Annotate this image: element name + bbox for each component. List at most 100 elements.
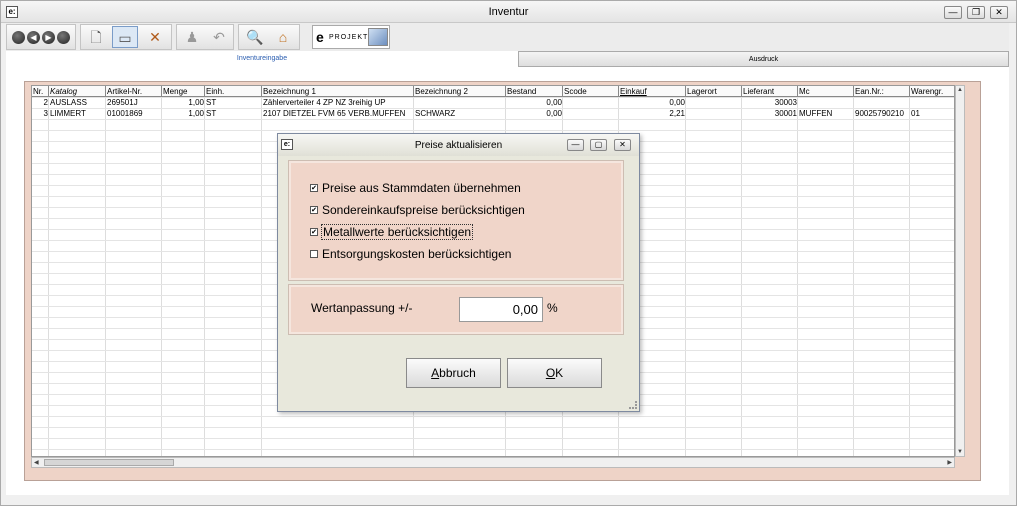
column-header-bezeichnung-1[interactable]: Bezeichnung 1: [262, 86, 414, 97]
column-header-scode[interactable]: Scode: [563, 86, 619, 97]
dialog-minimize-button[interactable]: —: [567, 139, 584, 151]
table-cell-bezeichnung-2[interactable]: [414, 97, 506, 108]
close-button[interactable]: ✕: [990, 6, 1008, 19]
table-cell-bezeichnung-1[interactable]: 2107 DIETZEL FVM 65 VERB.MUFFEN: [262, 108, 414, 119]
ok-button-label: OK: [545, 366, 564, 380]
table-cell-einh[interactable]: ST: [205, 97, 262, 108]
undo-icon[interactable]: ↶: [206, 26, 232, 48]
delete-icon[interactable]: ✕: [142, 26, 168, 48]
scroll-right-icon[interactable]: ▶: [947, 459, 952, 466]
dialog-close-button[interactable]: ✕: [614, 139, 631, 151]
prev-record-icon[interactable]: ◀: [27, 31, 40, 44]
table-cell-menge[interactable]: 1,00: [162, 97, 205, 108]
column-divider: [686, 97, 742, 456]
table-cell-bezeichnung-1[interactable]: Zählerverteiler 4 ZP NZ 3reihig UP: [262, 97, 414, 108]
column-header-artikel-nr[interactable]: Artikel-Nr.: [106, 86, 162, 97]
column-header-einh[interactable]: Einh.: [205, 86, 262, 97]
table-cell-lieferant[interactable]: 30001: [742, 108, 798, 119]
column-divider: [106, 97, 162, 456]
column-header-bestand[interactable]: Bestand: [506, 86, 563, 97]
column-divider: [49, 97, 106, 456]
first-record-icon[interactable]: [12, 31, 25, 44]
table-cell-lagerort[interactable]: [686, 97, 742, 108]
maximize-button[interactable]: ❐: [967, 6, 985, 19]
column-header-nr[interactable]: Nr.: [32, 86, 49, 97]
table-cell-menge[interactable]: 1,00: [162, 108, 205, 119]
column-header-katalog[interactable]: Katalog: [49, 86, 106, 97]
horizontal-scroll-thumb[interactable]: [44, 459, 174, 466]
horizontal-scrollbar[interactable]: ◀ ▶: [31, 457, 955, 468]
dialog-maximize-button[interactable]: ▢: [590, 139, 607, 151]
column-header-lieferant[interactable]: Lieferant: [742, 86, 798, 97]
project-label: PROJEKT:: [329, 34, 371, 41]
row-divider: [32, 427, 954, 428]
table-cell-lieferant[interactable]: 30003: [742, 97, 798, 108]
table-cell-scode[interactable]: [563, 97, 619, 108]
table-cell-einkauf[interactable]: 0,00: [619, 97, 686, 108]
ok-button[interactable]: OK: [507, 358, 602, 388]
checkbox-box[interactable]: [310, 250, 318, 258]
row-divider: [32, 438, 954, 439]
table-cell-nr[interactable]: 3: [32, 108, 49, 119]
column-header-ean-nr[interactable]: Ean.Nr.:: [854, 86, 910, 97]
table-cell-artikel-nr[interactable]: 269501J: [106, 97, 162, 108]
minimize-button[interactable]: —: [944, 6, 962, 19]
table-cell-mc[interactable]: MUFFEN: [798, 108, 854, 119]
table-cell-bestand[interactable]: 0,00: [506, 108, 563, 119]
cancel-button-label: Abbruch: [431, 366, 476, 380]
column-header-lagerort[interactable]: Lagerort: [686, 86, 742, 97]
checkbox-box[interactable]: ✔: [310, 228, 318, 236]
column-divider: [205, 97, 262, 456]
table-cell-warengr[interactable]: [910, 97, 954, 108]
table-cell-einh[interactable]: ST: [205, 108, 262, 119]
table-cell-bestand[interactable]: 0,00: [506, 97, 563, 108]
table-cell-mc[interactable]: [798, 97, 854, 108]
stamp-icon[interactable]: ♟: [179, 26, 205, 48]
scroll-left-icon[interactable]: ◀: [34, 459, 39, 466]
column-header-einkauf[interactable]: Einkauf: [619, 86, 686, 97]
table-cell-bezeichnung-2[interactable]: SCHWARZ: [414, 108, 506, 119]
window-title: Inventur: [488, 6, 529, 18]
table-cell-warengr[interactable]: 01: [910, 108, 954, 119]
checkbox-label: Metallwerte berücksichtigen: [321, 224, 474, 240]
checkbox-label: Sondereinkaufspreise berücksichtigen: [322, 203, 525, 217]
search-group: 🔍 ⌂: [238, 24, 300, 50]
project-logo: e: [316, 29, 324, 45]
project-indicator[interactable]: e PROJEKT:: [312, 25, 390, 49]
column-header-mc[interactable]: Mc: [798, 86, 854, 97]
tab-inventureingabe[interactable]: Inventureingabe: [6, 51, 518, 67]
table-cell-ean-nr[interactable]: [854, 97, 910, 108]
column-header-warengr[interactable]: Warengr.: [910, 86, 954, 97]
column-header-bezeichnung-2[interactable]: Bezeichnung 2: [414, 86, 506, 97]
checkbox-box[interactable]: ✔: [310, 206, 318, 214]
toolbar: ◀ ▶ 🗋 ▭ ✕ ♟ ↶ 🔍 ⌂ e PROJEKT:: [6, 23, 1009, 51]
row-divider: [32, 119, 954, 120]
column-header-menge[interactable]: Menge: [162, 86, 205, 97]
scroll-down-icon[interactable]: ▼: [957, 449, 963, 455]
home-refresh-icon[interactable]: ⌂: [270, 26, 296, 48]
wertanpassung-input[interactable]: 0,00: [459, 297, 543, 322]
table-cell-scode[interactable]: [563, 108, 619, 119]
column-divider: [798, 97, 854, 456]
column-divider: [162, 97, 205, 456]
form-view-icon[interactable]: ▭: [112, 26, 138, 48]
edit-group: 🗋 ▭ ✕: [80, 24, 172, 50]
table-cell-nr[interactable]: 2: [32, 97, 49, 108]
new-document-icon[interactable]: 🗋: [83, 26, 109, 48]
resize-grip-icon[interactable]: [629, 401, 637, 409]
options-panel: ✔ Preise aus Stammdaten übernehmen ✔ Son…: [288, 160, 624, 281]
scroll-up-icon[interactable]: ▲: [957, 87, 963, 93]
table-cell-ean-nr[interactable]: 90025790210: [854, 108, 910, 119]
table-cell-einkauf[interactable]: 2,21: [619, 108, 686, 119]
vertical-scrollbar[interactable]: ▲ ▼: [955, 85, 965, 457]
next-record-icon[interactable]: ▶: [42, 31, 55, 44]
table-cell-katalog[interactable]: AUSLASS: [49, 97, 106, 108]
tab-ausdruck[interactable]: Ausdruck: [518, 51, 1009, 67]
table-cell-artikel-nr[interactable]: 01001869: [106, 108, 162, 119]
checkbox-box[interactable]: ✔: [310, 184, 318, 192]
table-cell-lagerort[interactable]: [686, 108, 742, 119]
table-cell-katalog[interactable]: LIMMERT: [49, 108, 106, 119]
last-record-icon[interactable]: [57, 31, 70, 44]
search-icon[interactable]: 🔍: [242, 26, 268, 48]
cancel-button[interactable]: Abbruch: [406, 358, 501, 388]
